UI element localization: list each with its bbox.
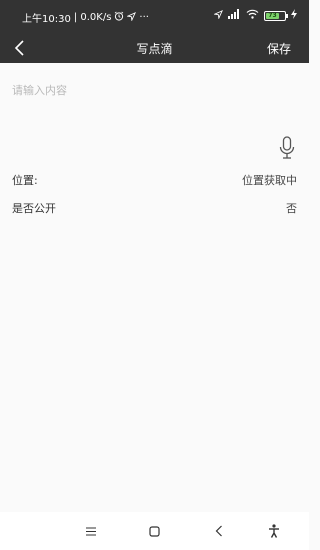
charging-icon [291,9,297,22]
status-right: 73 [213,9,297,22]
title-bar: 写点滴 保存 [0,33,309,63]
location-arrow-icon [126,11,137,24]
menu-icon [86,526,96,536]
status-left: 上午10:30 | 0.0K/s ··· [22,10,149,25]
more-indicator: ··· [139,12,149,23]
accessibility-icon [269,524,279,538]
public-row[interactable]: 是否公开 否 [12,197,297,217]
microphone-button[interactable] [279,136,295,160]
signal-icon [228,9,241,22]
location-label: 位置: [12,174,38,187]
page-title: 写点滴 [136,42,173,56]
system-nav-bar [0,512,309,550]
status-bar: 上午10:30 | 0.0K/s ··· 73 [0,0,309,33]
content-input[interactable] [12,82,297,132]
menu-button[interactable] [81,522,101,540]
status-time: 上午10:30 [22,14,71,25]
public-value: 否 [286,202,297,215]
public-label: 是否公开 [12,202,56,215]
accessibility-button[interactable] [264,522,284,540]
location-row[interactable]: 位置: 位置获取中 [12,169,297,189]
home-square-icon [148,525,160,537]
wifi-icon [246,9,259,22]
location-arrow-icon [213,9,223,22]
microphone-icon [279,136,295,159]
battery-icon: 73 [264,10,288,21]
battery-level: 73 [266,12,280,19]
back-icon [215,525,222,537]
location-value: 位置获取中 [242,174,297,187]
home-button[interactable] [144,522,164,540]
alarm-icon [114,11,124,24]
nav-back-button[interactable] [209,522,229,540]
network-speed: | 0.0K/s [73,12,112,23]
save-button[interactable]: 保存 [267,40,291,57]
